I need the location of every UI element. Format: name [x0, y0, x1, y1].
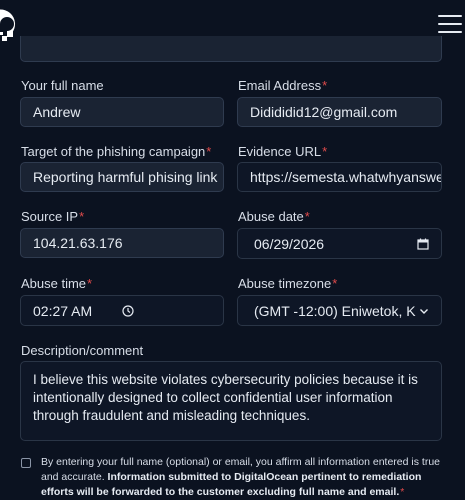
clock-icon[interactable]	[122, 304, 134, 317]
target-label: Target of the phishing campaign*	[21, 144, 212, 159]
chevron-down-icon	[420, 308, 428, 314]
abuse-date-label: Abuse date*	[238, 209, 310, 224]
target-input[interactable]: Reporting harmful phising link	[20, 162, 224, 192]
description-textarea[interactable]: I believe this website violates cybersec…	[20, 361, 442, 441]
abuse-time-value: 02:27 AM	[33, 302, 93, 319]
email-label: Email Address*	[238, 78, 328, 93]
abuse-date-value: 06/29/2026	[254, 235, 325, 252]
previous-field-input[interactable]	[20, 36, 442, 62]
evidence-url-input[interactable]: https://semesta.whatwhyanswer	[237, 162, 442, 192]
email-input[interactable]: Didididid12@gmail.com	[237, 97, 442, 127]
abuse-time-label: Abuse time*	[21, 276, 93, 291]
calendar-icon[interactable]	[417, 238, 429, 250]
abuse-date-input[interactable]: 06/29/2026	[237, 228, 442, 259]
full-name-label: Your full name	[21, 78, 104, 93]
abuse-timezone-label: Abuse timezone*	[238, 276, 338, 291]
consent-text: By entering your full name (optional) or…	[41, 456, 440, 498]
full-name-input[interactable]: Andrew	[20, 97, 224, 127]
hamburger-menu-icon[interactable]	[438, 15, 462, 35]
abuse-time-input[interactable]: 02:27 AM	[20, 295, 224, 326]
source-ip-label: Source IP*	[21, 209, 85, 224]
abuse-timezone-value: (GMT -12:00) Eniwetok, K	[254, 302, 416, 319]
source-ip-input[interactable]: 104.21.63.176	[20, 228, 224, 258]
consent-checkbox[interactable]	[21, 458, 31, 468]
abuse-timezone-select[interactable]: (GMT -12:00) Eniwetok, K	[237, 295, 442, 326]
description-label: Description/comment	[21, 343, 144, 358]
evidence-url-label: Evidence URL*	[238, 144, 328, 159]
